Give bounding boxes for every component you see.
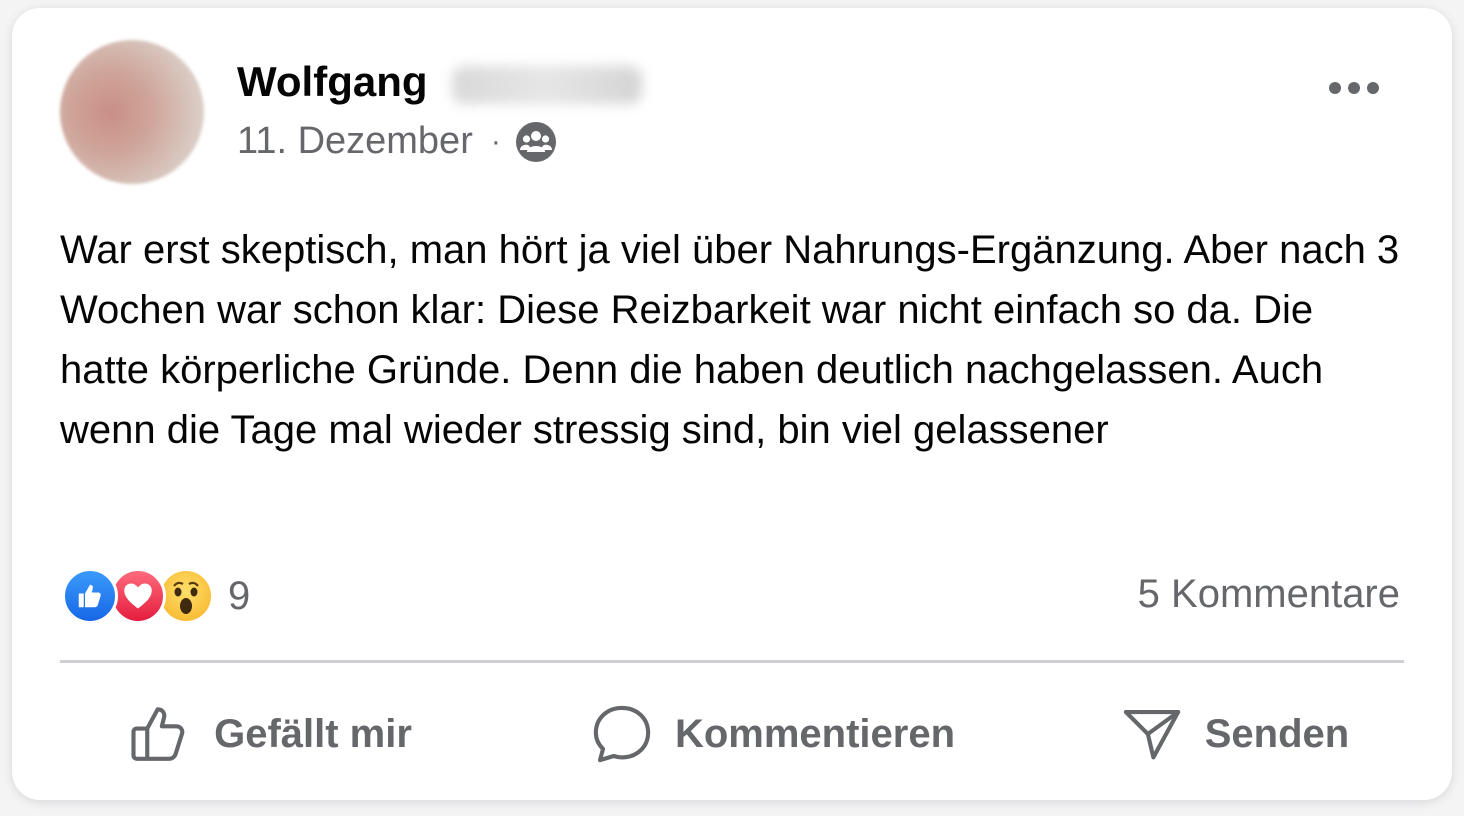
reaction-summary[interactable]: 9: [62, 566, 250, 626]
meta-separator: ·: [490, 124, 501, 158]
author-name[interactable]: Wolfgang: [237, 58, 428, 106]
more-options-button[interactable]: [1322, 70, 1386, 106]
wow-reaction-icon: [158, 568, 214, 624]
friends-icon[interactable]: [515, 121, 557, 163]
post-card: Wolfgang 11. Dezember · War erst skeptis…: [12, 8, 1452, 800]
more-horizontal-icon: [1329, 82, 1379, 94]
comment-button-label: Kommentieren: [674, 711, 956, 756]
comment-button[interactable]: Kommentieren: [522, 684, 1022, 784]
like-reaction-icon: [62, 568, 118, 624]
like-button[interactable]: Gefällt mir: [60, 684, 480, 784]
send-button[interactable]: Senden: [1064, 684, 1404, 784]
send-icon: [1123, 709, 1180, 760]
post-meta: 11. Dezember ·: [237, 120, 557, 163]
love-reaction-icon: [110, 568, 166, 624]
reaction-count: 9: [228, 573, 251, 618]
comments-count-link[interactable]: 5 Kommentare: [1138, 572, 1400, 617]
author-surname-redacted: [452, 66, 642, 104]
like-button-label: Gefällt mir: [214, 711, 412, 756]
action-bar: Gefällt mir Kommentieren Senden: [60, 684, 1404, 784]
thumbs-up-icon: [131, 707, 185, 761]
comment-bubble-icon: [593, 705, 651, 763]
divider: [60, 660, 1404, 663]
post-date[interactable]: 11. Dezember: [237, 120, 473, 163]
send-button-label: Senden: [1204, 711, 1350, 756]
post-text: War erst skeptisch, man hört ja viel übe…: [60, 228, 1400, 452]
avatar[interactable]: [60, 40, 204, 184]
